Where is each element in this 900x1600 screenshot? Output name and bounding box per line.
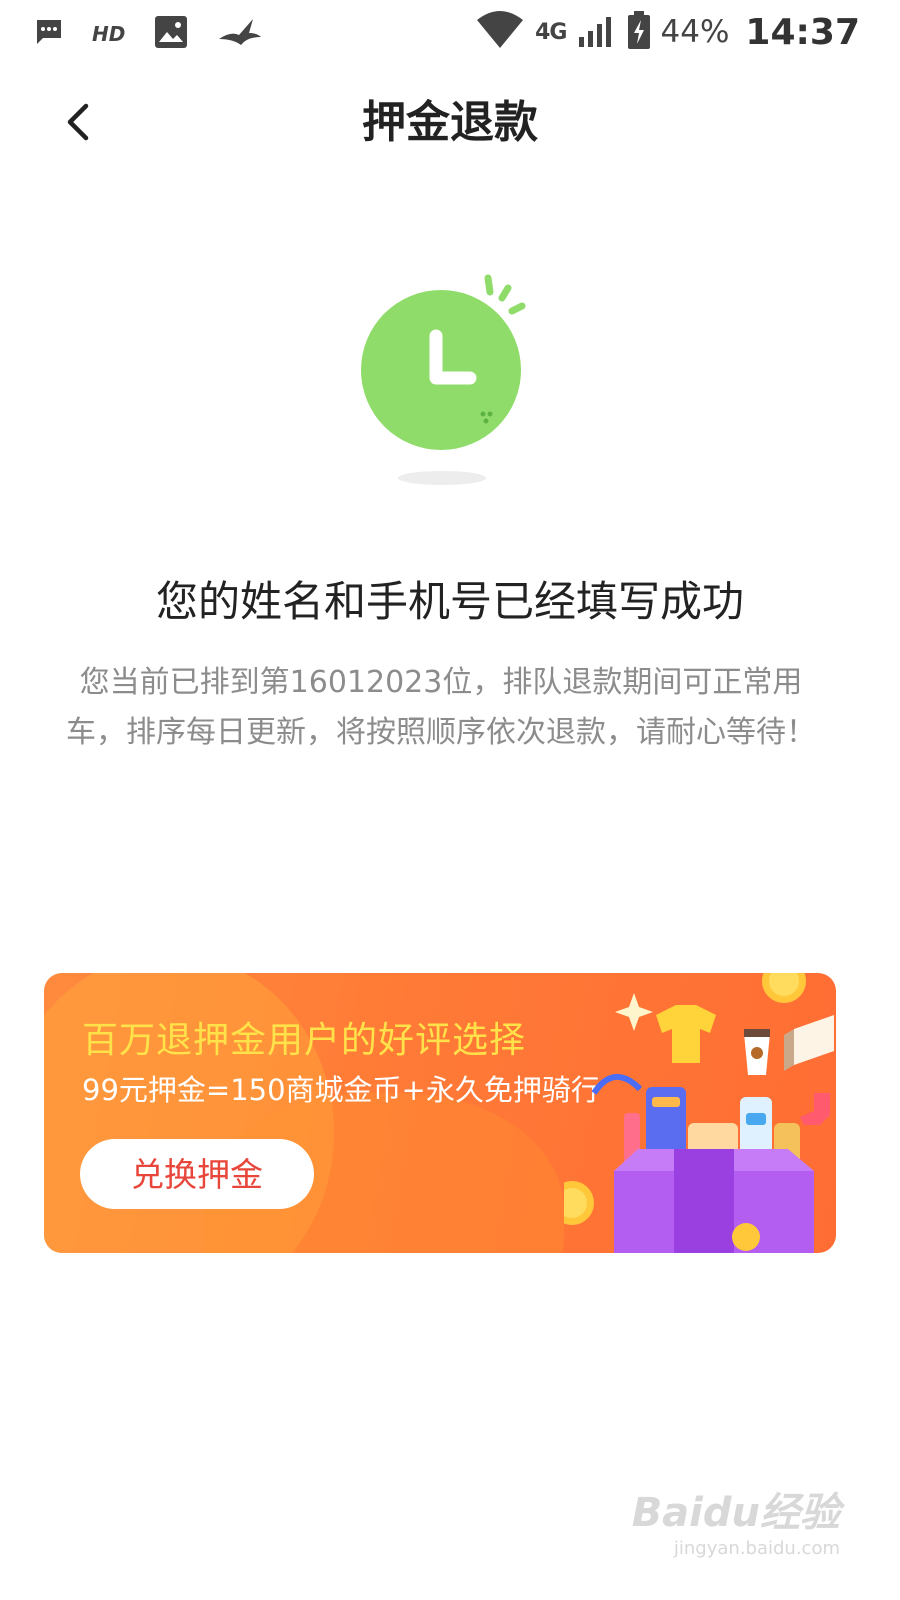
- baidu-watermark: Baidu经验 jingyan.baidu.com: [632, 1480, 840, 1559]
- image-icon: [153, 14, 189, 54]
- queue-description: 您当前已排到第16012023位，排队退款期间可正常用车，排序每日更新，将按照顺…: [66, 665, 816, 750]
- bird-icon: [217, 17, 263, 51]
- banner-subtitle: 99元押金=150商城金币+永久免押骑行: [82, 1073, 600, 1107]
- watermark-url: jingyan.baidu.com: [673, 1538, 840, 1559]
- clock-icon: [361, 274, 526, 485]
- status-time: 14:37: [745, 11, 860, 53]
- banner-title: 百万退押金用户的好评选择: [82, 1020, 527, 1061]
- status-bar: HD 4G 44% 14:37: [0, 0, 900, 70]
- promo-banner[interactable]: 百万退押金用户的好评选择 99元押金=150商城金币+永久免押骑行 兑换押金: [44, 973, 836, 1253]
- page-title: 押金退款: [362, 97, 538, 148]
- battery-icon: [627, 10, 651, 54]
- signal-icon: [577, 13, 617, 51]
- exchange-deposit-button[interactable]: 兑换押金: [80, 1139, 314, 1209]
- nav-header: 押金退款: [0, 80, 900, 160]
- message-icon: [34, 17, 64, 51]
- watermark-logo: Baidu经验: [631, 1490, 840, 1536]
- gift-box-illustration: [564, 973, 834, 1253]
- network-type: 4G: [535, 19, 567, 45]
- battery-percent: 44%: [660, 14, 730, 50]
- wifi-icon: [475, 10, 525, 54]
- clock-illustration: [350, 268, 550, 498]
- hd-icon: HD: [92, 22, 126, 46]
- success-headline: 您的姓名和手机号已经填写成功: [155, 577, 744, 626]
